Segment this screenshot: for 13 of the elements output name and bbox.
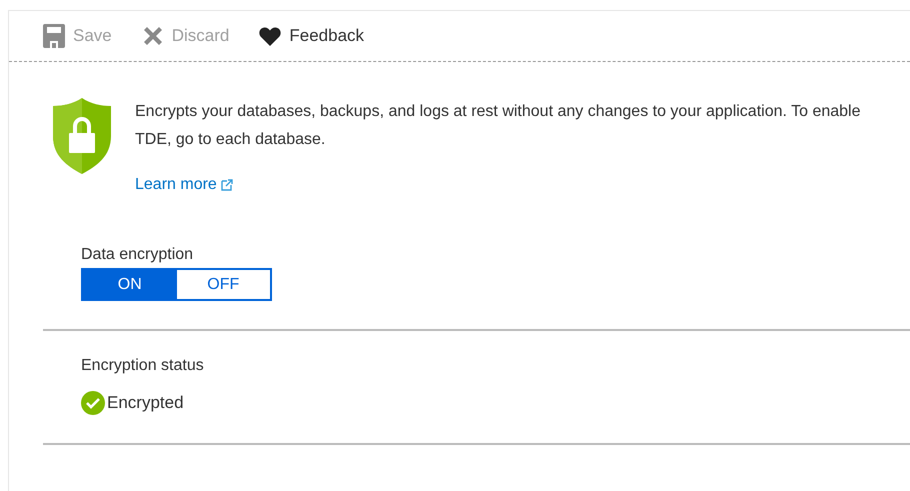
check-circle-icon [81, 391, 105, 415]
learn-more-link[interactable]: Learn more [135, 176, 233, 194]
field-label: Data encryption [81, 246, 194, 264]
status-text: Encrypted [107, 393, 184, 413]
shield-lock-icon [53, 98, 111, 174]
field-label: Encryption status [81, 357, 204, 375]
close-icon [142, 25, 164, 47]
heart-icon [259, 26, 282, 46]
save-icon [43, 24, 65, 48]
external-link-icon [220, 179, 233, 191]
feedback-button[interactable]: Feedback [259, 26, 364, 46]
toggle-option[interactable]: ON [83, 270, 176, 299]
description-text: Encrypts your databases, backups, and logs at rest without any changes to your application. To enable TDE, go to each database. [135, 102, 862, 150]
